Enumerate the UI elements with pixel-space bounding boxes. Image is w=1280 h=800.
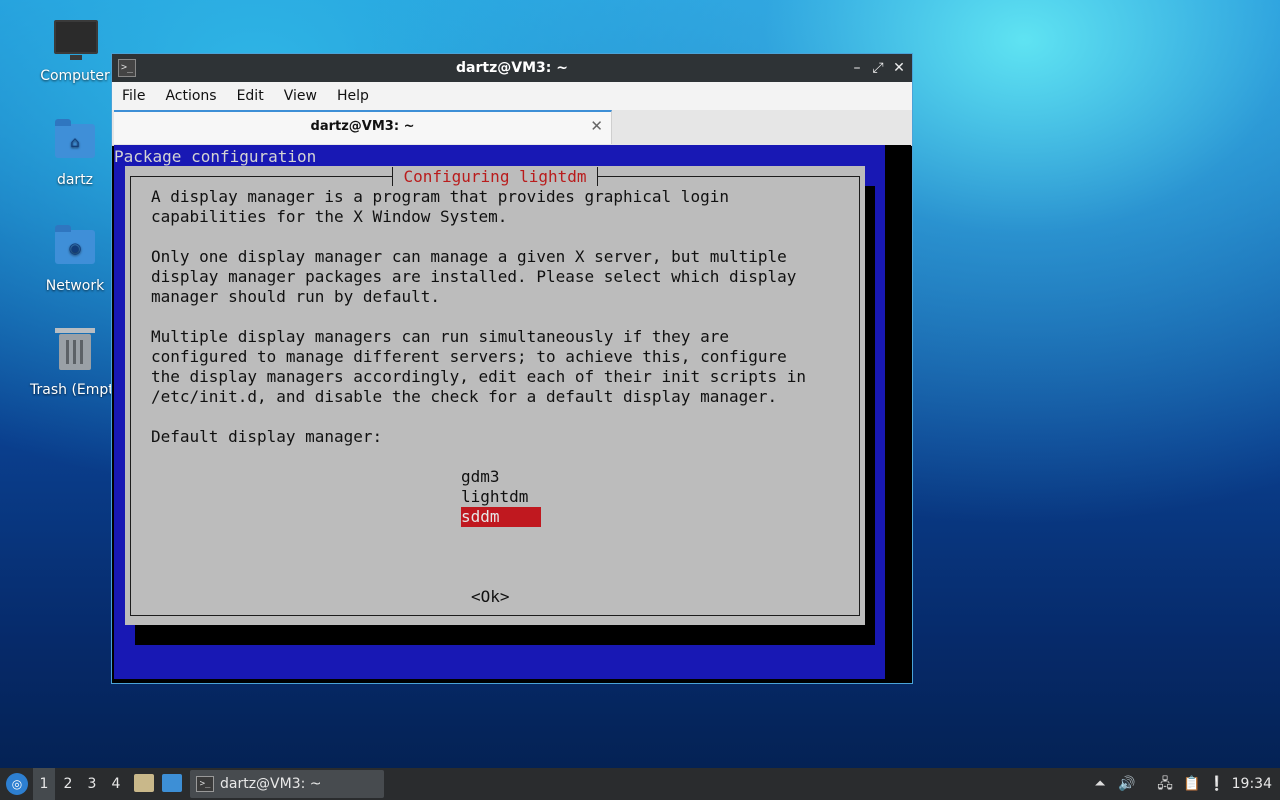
close-button[interactable]: ✕ (890, 58, 908, 78)
package-config-header: Package configuration (114, 147, 317, 166)
update-notifier-icon[interactable]: ❕ (1207, 774, 1227, 794)
taskbar-terminal-task[interactable]: >_ dartz@VM3: ~ (190, 770, 384, 798)
file-manager-icon[interactable] (134, 774, 154, 792)
dialog-paragraph-1: A display manager is a program that prov… (151, 187, 729, 226)
desktop-icon-label: Trash (Empt (30, 382, 114, 398)
tab-close-icon[interactable]: ✕ (590, 117, 603, 135)
clock[interactable]: 19:34 (1232, 768, 1272, 800)
tab-bar: dartz@VM3: ~ ✕ (112, 110, 912, 146)
menu-actions[interactable]: Actions (155, 82, 226, 110)
taskbar-task-label: dartz@VM3: ~ (220, 776, 322, 792)
show-desktop-icon[interactable] (162, 774, 182, 792)
menu-edit[interactable]: Edit (227, 82, 274, 110)
workspace-2[interactable]: 2 (57, 768, 79, 800)
window-titlebar[interactable]: >_ dartz@VM3: ~ – ⤢ ✕ (112, 54, 912, 82)
menu-file[interactable]: File (112, 82, 155, 110)
terminal-task-icon: >_ (196, 776, 214, 792)
start-menu-icon[interactable]: ◎ (6, 773, 28, 795)
dialog-title: Configuring lightdm (131, 167, 859, 187)
maximize-button[interactable]: ⤢ (869, 58, 887, 78)
home-folder-icon: ⌂ (54, 119, 96, 166)
desktop-icon-label: dartz (56, 172, 94, 188)
desktop-icon-computer[interactable]: Computer (25, 16, 125, 84)
terminal-tab[interactable]: dartz@VM3: ~ ✕ (114, 110, 612, 144)
terminal-right-margin (885, 145, 911, 679)
terminal-area[interactable]: Package configuration Configuring lightd… (114, 145, 885, 679)
volume-icon[interactable]: 🔊 (1117, 774, 1137, 794)
clipboard-icon[interactable]: 📋 (1182, 774, 1202, 794)
dialog-title-text: Configuring lightdm (392, 167, 598, 186)
debconf-dialog: Configuring lightdm A display manager is… (125, 166, 865, 625)
terminal-window: >_ dartz@VM3: ~ – ⤢ ✕ File Actions Edit Vie… (111, 53, 913, 684)
option-sddm-selected[interactable]: sddm (461, 507, 541, 527)
menu-view[interactable]: View (274, 82, 327, 110)
option-gdm3[interactable]: gdm3 (461, 467, 541, 487)
dialog-paragraph-3: Multiple display managers can run simult… (151, 327, 807, 406)
dialog-prompt: Default display manager: (151, 427, 383, 446)
dialog-frame: Configuring lightdm A display manager is… (130, 167, 860, 616)
taskbar: ◎ 1 2 3 4 >_ dartz@VM3: ~ ⏶ 🔊 🖧 📋 ❕ 19:34 (0, 768, 1280, 800)
menu-bar: File Actions Edit View Help (112, 82, 912, 110)
window-title: dartz@VM3: ~ (456, 60, 568, 76)
workspace-3[interactable]: 3 (81, 768, 103, 800)
ok-button[interactable]: <Ok> (471, 587, 510, 607)
keyboard-layout-icon[interactable]: ⏶ (1090, 774, 1110, 794)
workspace-4[interactable]: 4 (105, 768, 127, 800)
option-lightdm[interactable]: lightdm (461, 487, 541, 507)
menu-help[interactable]: Help (327, 82, 379, 110)
desktop-icon-home[interactable]: ⌂ dartz (25, 119, 125, 188)
minimize-button[interactable]: – (848, 58, 866, 78)
computer-icon (54, 20, 98, 62)
network-folder-icon: ◉ (54, 225, 96, 272)
trash-icon (54, 328, 96, 376)
dialog-paragraph-2: Only one display manager can manage a gi… (151, 247, 797, 306)
desktop-icon-label: Computer (40, 68, 110, 84)
workspace-1[interactable]: 1 (33, 768, 55, 800)
tab-label: dartz@VM3: ~ (310, 119, 415, 134)
network-icon[interactable]: 🖧 (1155, 774, 1175, 794)
desktop-icon-label: Network (45, 278, 105, 294)
desktop-icon-network[interactable]: ◉ Network (25, 225, 125, 294)
